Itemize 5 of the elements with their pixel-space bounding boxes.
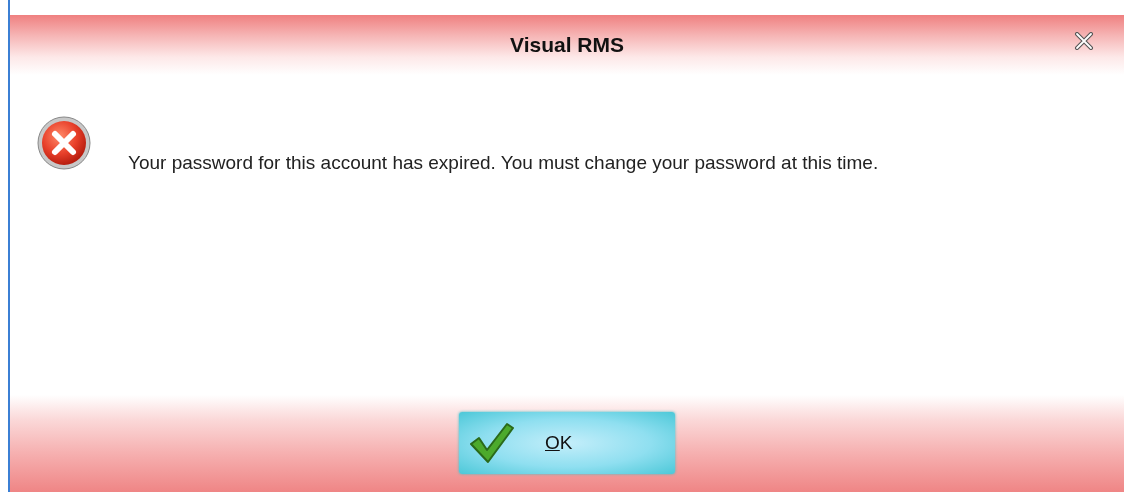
message-text: Your password for this account has expired. You must change your password at this time. xyxy=(128,151,879,175)
ok-button[interactable]: OK xyxy=(459,412,675,474)
window-title: Visual RMS xyxy=(510,33,624,57)
checkmark-icon xyxy=(469,422,515,464)
close-icon[interactable] xyxy=(1074,32,1094,50)
